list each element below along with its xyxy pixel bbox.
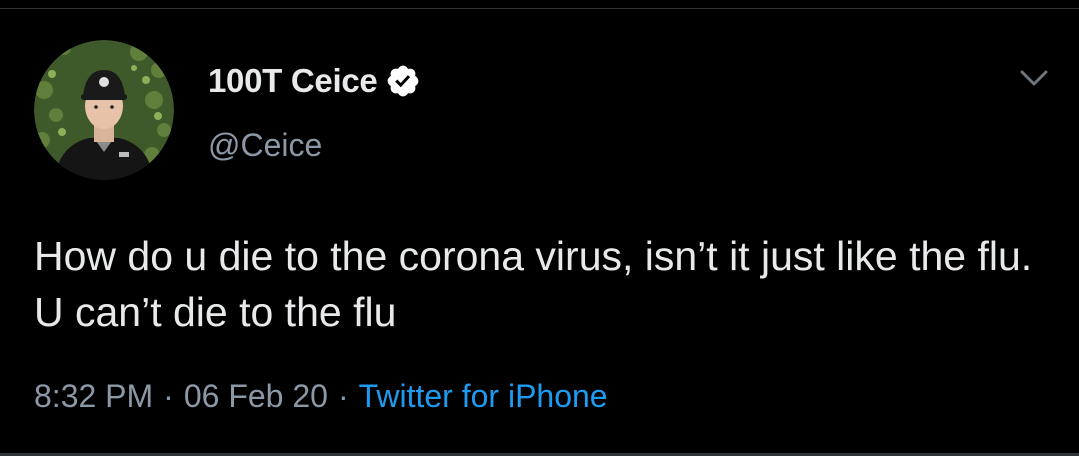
display-name[interactable]: 100T Ceice — [208, 62, 378, 100]
top-divider — [0, 0, 1079, 9]
tweet-metadata: 8:32 PM · 06 Feb 20 · Twitter for iPhone — [34, 378, 608, 415]
separator: · — [337, 378, 349, 414]
source-link[interactable]: Twitter for iPhone — [359, 378, 608, 415]
handle[interactable]: @Ceice — [208, 127, 322, 164]
avatar[interactable] — [34, 40, 174, 180]
tweet-text: How do u die to the corona virus, isn’t … — [34, 233, 1044, 335]
verified-badge-icon — [385, 63, 421, 99]
tweet-time[interactable]: 8:32 PM — [34, 378, 153, 415]
tweet-date[interactable]: 06 Feb 20 — [184, 378, 328, 415]
separator: · — [163, 378, 174, 414]
author-name-row: 100T Ceice — [208, 62, 421, 100]
chevron-down-icon[interactable] — [1016, 66, 1052, 92]
